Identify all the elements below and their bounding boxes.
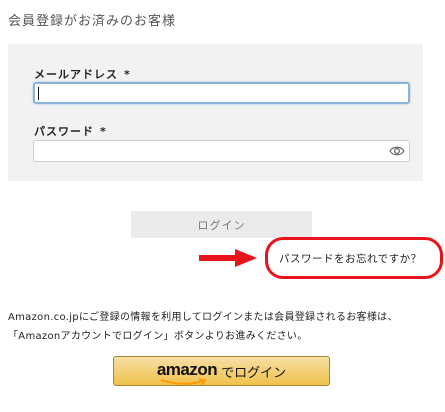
password-required-mark: * <box>100 125 107 138</box>
text-caret <box>38 87 39 100</box>
email-label-text: メールアドレス <box>34 68 118 81</box>
eye-icon[interactable] <box>389 144 405 158</box>
password-label: パスワード * <box>34 123 107 139</box>
amazon-smile-icon <box>160 377 207 385</box>
login-page: 会員登録がお済みのお客様 メールアドレス * パスワード * ログイン パスワードを… <box>0 0 445 412</box>
email-label: メールアドレス * <box>34 66 131 82</box>
email-required-mark: * <box>124 68 131 81</box>
password-field[interactable] <box>33 140 410 162</box>
login-button[interactable]: ログイン <box>131 211 312 238</box>
amazon-button-label: でログイン <box>221 364 287 380</box>
email-input[interactable] <box>39 86 379 102</box>
red-arrow-annotation <box>199 249 257 267</box>
amazon-login-info: Amazon.co.jpにご登録の情報を利用してログインまたは会員登録されるお客… <box>8 312 398 342</box>
email-field[interactable] <box>33 82 410 104</box>
login-form-panel: メールアドレス * パスワード * <box>8 44 423 181</box>
amazon-logo-text: amazon <box>156 359 218 379</box>
password-input[interactable] <box>38 143 378 159</box>
password-label-text: パスワード <box>34 125 94 138</box>
forgot-password-link[interactable]: パスワードをお忘れですか？ <box>279 251 422 266</box>
amazon-login-button[interactable]: amazon でログイン <box>113 356 330 386</box>
amazon-logo: amazon <box>156 359 218 385</box>
section-title: 会員登録がお済みのお客様 <box>8 14 177 29</box>
